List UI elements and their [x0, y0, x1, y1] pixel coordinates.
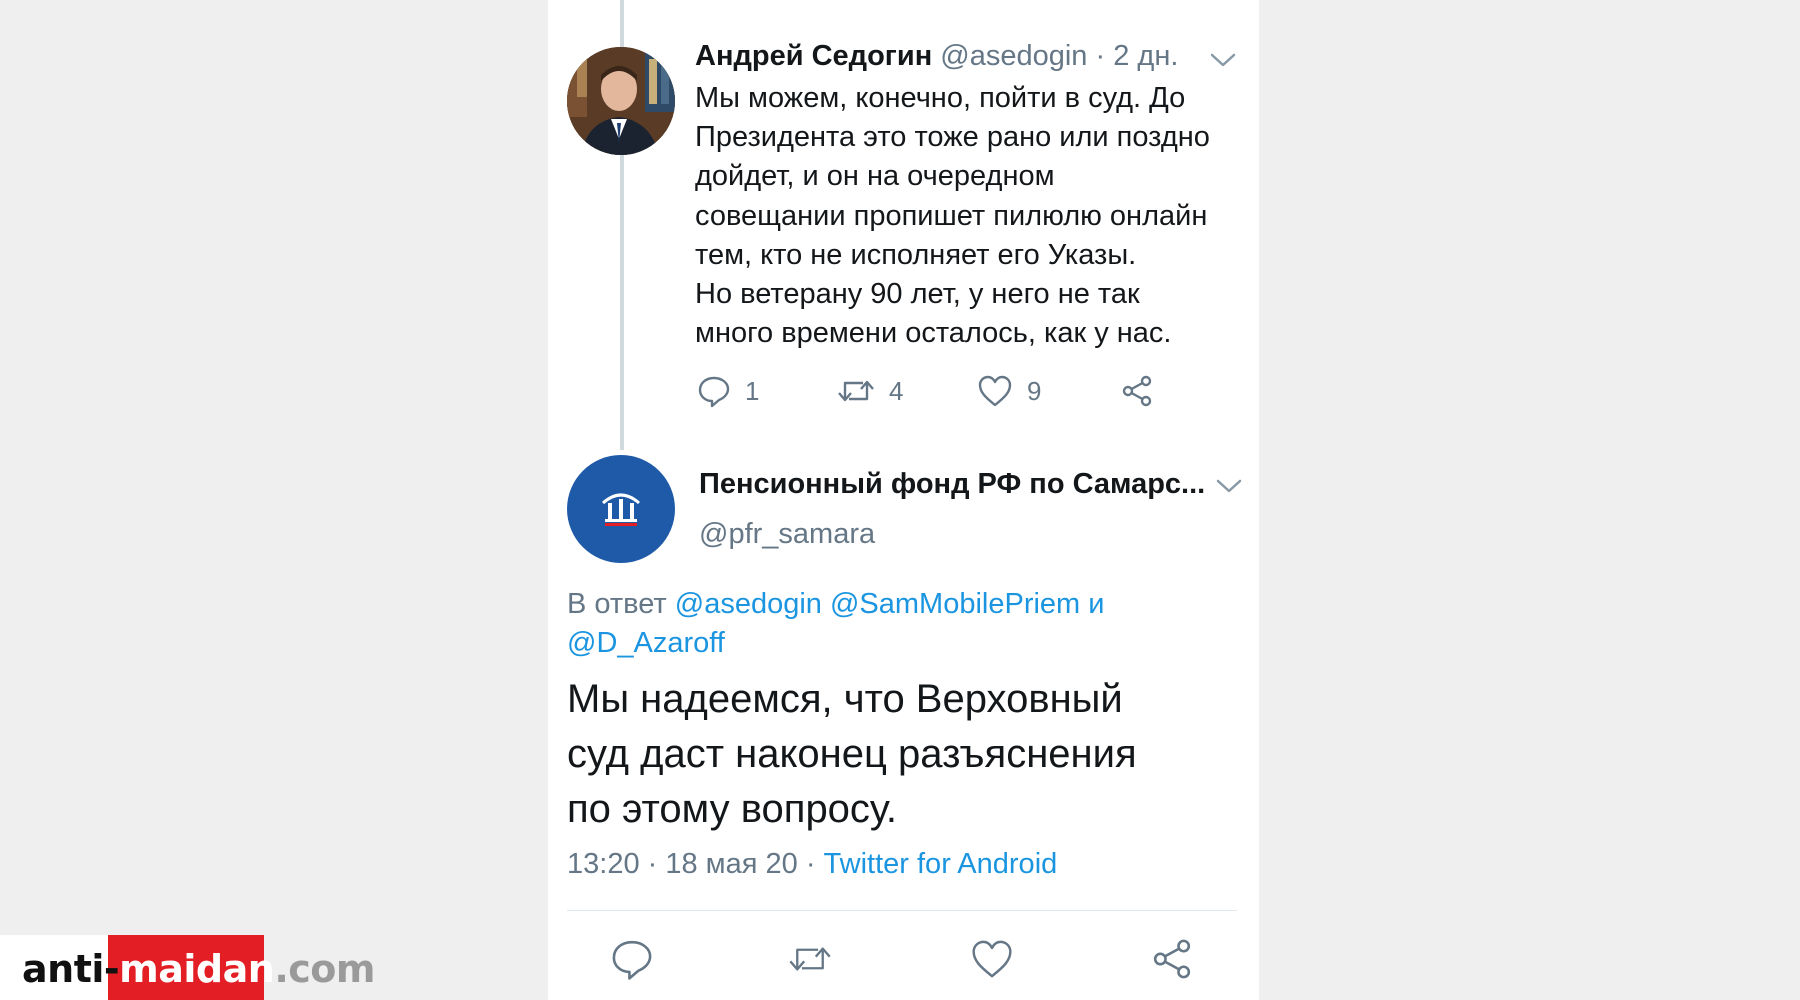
- retweet-arrows-icon: [838, 380, 874, 402]
- chevron-down-icon[interactable]: [1216, 478, 1242, 494]
- tweet-time[interactable]: 2 дн.: [1113, 40, 1178, 72]
- like-button[interactable]: [970, 937, 1014, 981]
- tweet-text-line: по этому вопросу.: [567, 787, 898, 831]
- retweet-arrows-icon: [789, 947, 831, 971]
- retweet-button[interactable]: [788, 937, 832, 981]
- author-handle[interactable]: @asedogin: [940, 40, 1087, 72]
- separator-dot: ·: [639, 848, 666, 880]
- retweet-count: 4: [889, 375, 904, 406]
- tweet-text-line: Но ветерану 90 лет, у него не так: [695, 278, 1140, 311]
- pfr-logo-icon: [602, 493, 640, 526]
- site-watermark-logo: anti-maidan.com: [0, 935, 376, 1000]
- chevron-down-icon[interactable]: [1210, 52, 1236, 68]
- heart-icon: [978, 375, 1012, 407]
- retweet-button[interactable]: 4: [837, 373, 903, 409]
- separator-dot: ·: [797, 848, 824, 880]
- like-button[interactable]: 9: [977, 373, 1041, 409]
- avatar[interactable]: [567, 455, 675, 563]
- tweet-metadata: 13:20 · 18 мая 20 · Twitter for Android: [567, 848, 1057, 881]
- tweet-text-line: суд даст наконец разъяснения: [567, 732, 1137, 776]
- tweet-source-link[interactable]: Twitter for Android: [824, 848, 1058, 880]
- logo-text-part: maidan: [119, 947, 275, 991]
- tweet-text-line: Мы надеемся, что Верховный: [567, 677, 1123, 721]
- logo-text-part: .com: [274, 947, 376, 991]
- tweet-text-line: дойдет, и он на очередном: [695, 160, 1055, 193]
- tweet-text-line: много времени осталось, как у нас.: [695, 317, 1172, 350]
- logo-text: anti-maidan.com: [22, 947, 376, 991]
- tweet-text: Мы надеемся, что Верховный суд даст нако…: [567, 672, 1247, 837]
- tweet-header: Андрей Седогин @asedogin · 2 дн.: [695, 40, 1178, 73]
- tweet-text-line: тем, кто не исполняет его Указы.: [695, 238, 1137, 271]
- logo-text-part: anti-: [22, 947, 120, 991]
- author-name[interactable]: Пенсионный фонд РФ по Самарс...: [699, 468, 1205, 501]
- tweet-text-line: Президента это тоже рано или поздно: [695, 121, 1210, 154]
- avatar[interactable]: [567, 47, 675, 155]
- reply-count: 1: [745, 375, 760, 406]
- tweet-date[interactable]: 18 мая 20: [665, 848, 797, 880]
- reply-prefix: В ответ: [567, 588, 675, 620]
- user-photo-icon: [567, 47, 675, 155]
- share-button[interactable]: [1120, 373, 1154, 409]
- mention-link[interactable]: @SamMobilePriem: [830, 588, 1080, 620]
- heart-icon: [972, 940, 1012, 978]
- speech-bubble-icon: [698, 376, 730, 408]
- mention-link[interactable]: @D_Azaroff: [567, 627, 725, 659]
- separator-dot: ·: [1087, 40, 1114, 72]
- reply-button[interactable]: [610, 937, 654, 981]
- tweet-timestamp[interactable]: 13:20: [567, 848, 640, 880]
- share-nodes-icon: [1153, 939, 1191, 979]
- speech-bubble-icon: [612, 940, 652, 980]
- share-button[interactable]: [1150, 937, 1194, 981]
- like-count: 9: [1027, 375, 1042, 406]
- share-nodes-icon: [1122, 375, 1152, 407]
- reply-and: и: [1088, 588, 1105, 620]
- divider: [567, 910, 1237, 911]
- tweet-text-line: Мы можем, конечно, пойти в суд. До: [695, 82, 1186, 114]
- author-name[interactable]: Андрей Седогин: [695, 40, 932, 72]
- mention-link[interactable]: @asedogin: [675, 588, 822, 620]
- reply-context: В ответ @asedogin @SamMobilePriem и @D_A…: [567, 585, 1247, 663]
- tweet-text-line: совещании пропишет пилюлю онлайн: [695, 199, 1208, 232]
- tweet-text: Мы можем, конечно, пойти в суд. До Прези…: [695, 79, 1255, 353]
- reply-button[interactable]: 1: [697, 373, 759, 409]
- tweet-actions: 1 4 9: [695, 373, 1195, 409]
- author-handle[interactable]: @pfr_samara: [699, 518, 875, 551]
